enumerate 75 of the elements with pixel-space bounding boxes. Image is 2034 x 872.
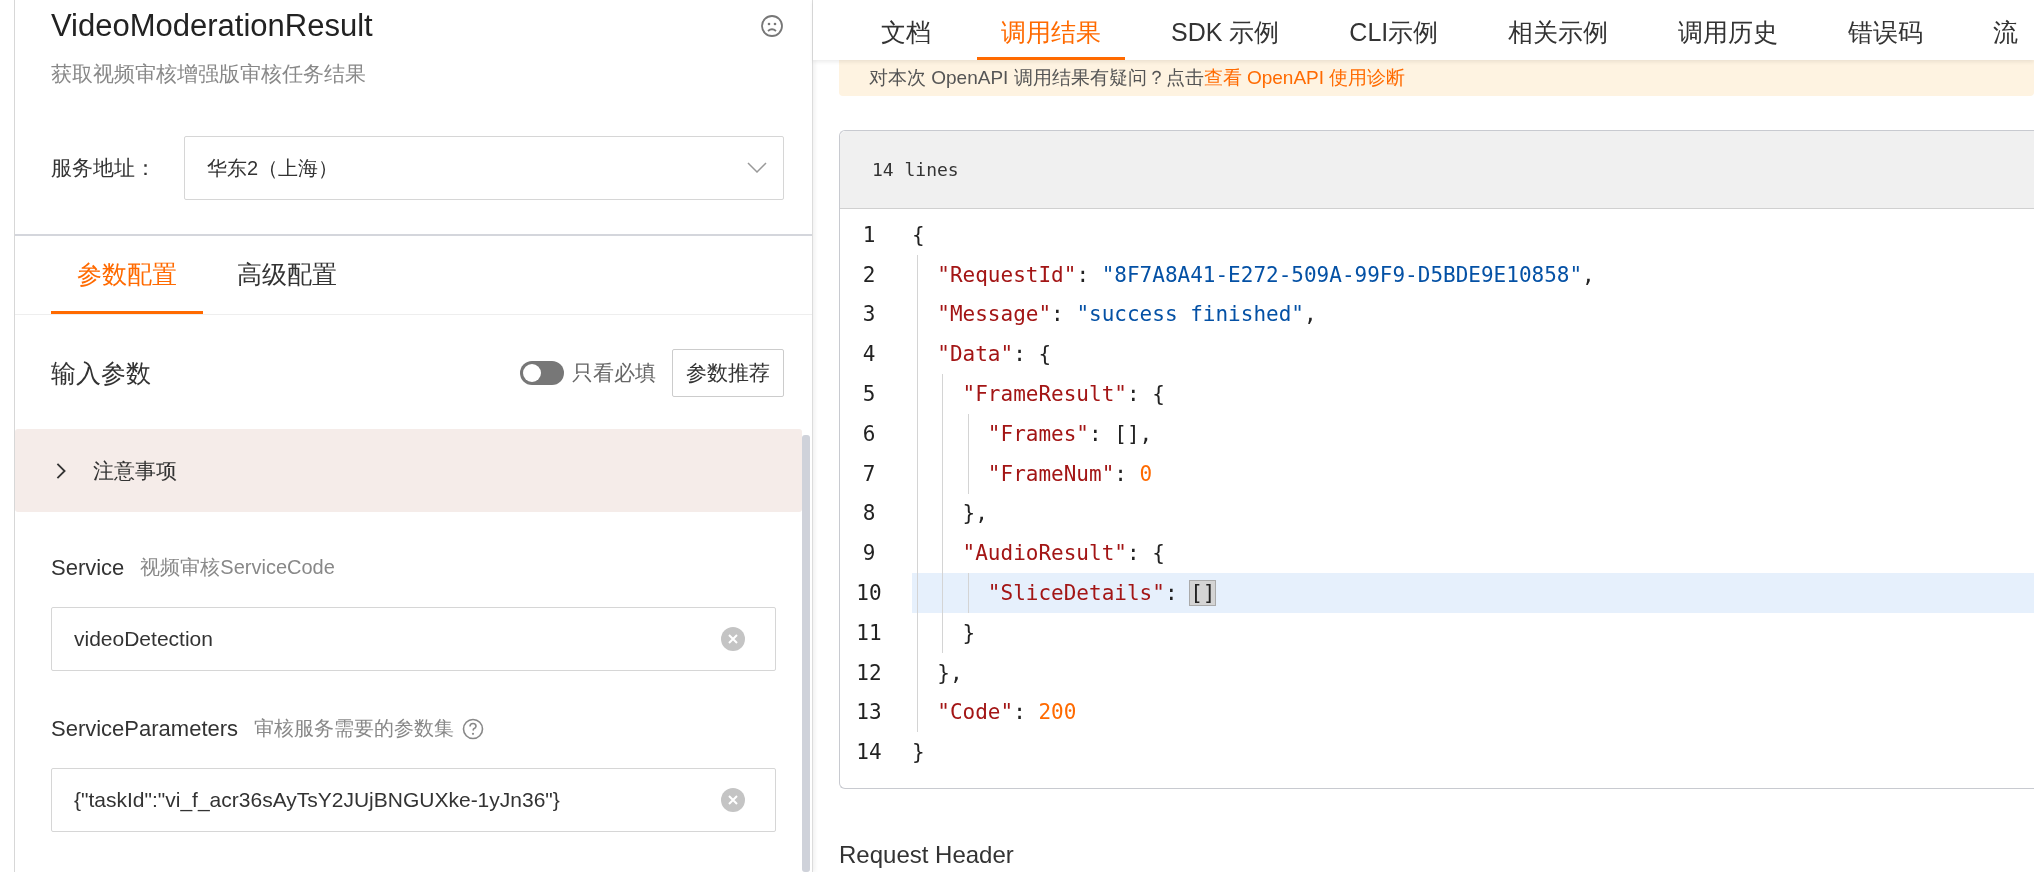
json-key: "Frames": [912, 421, 1089, 446]
result-tab[interactable]: CLI示例: [1325, 0, 1463, 60]
json-punctuation: :: [1013, 700, 1027, 725]
json-punctuation: : {: [1126, 382, 1165, 407]
line-number: 6: [861, 420, 877, 448]
line-number: 11: [855, 619, 883, 647]
notice-header[interactable]: 注意事项: [15, 429, 802, 512]
line-number: 3: [861, 301, 877, 329]
line-number: 9: [861, 540, 877, 568]
json-string: "success finished": [1076, 302, 1304, 327]
json-key: "AudioResult": [912, 541, 1127, 566]
input-field[interactable]: videoDetection: [51, 607, 776, 671]
chevron-right-icon: [55, 461, 67, 480]
parameter-description: 视频审核ServiceCode: [140, 555, 335, 580]
line-number: 8: [861, 500, 877, 528]
json-punctuation: :: [1164, 581, 1179, 606]
json-number: 200: [1038, 700, 1077, 725]
result-tab[interactable]: SDK 示例: [1147, 0, 1304, 60]
json-punctuation: :: [1051, 302, 1065, 327]
json-string: "8F7A8A41-E272-509A-99F9-D5BDE9E10858": [1101, 262, 1583, 287]
json-punctuation: ,: [1582, 262, 1595, 287]
feedback-icon[interactable]: [760, 14, 784, 38]
json-punctuation: },: [961, 501, 988, 526]
result-tab[interactable]: 相关示例: [1484, 0, 1633, 60]
json-key: "SliceDetails": [912, 581, 1165, 606]
toggle-label: 只看必填: [572, 360, 656, 386]
json-punctuation: :: [1114, 461, 1128, 486]
result-tab[interactable]: 文档: [857, 0, 955, 60]
recommend-button[interactable]: 参数推荐: [672, 349, 784, 397]
result-tab[interactable]: 流: [1969, 0, 2019, 60]
json-punctuation: :: [1076, 262, 1091, 287]
json-punctuation: : {: [1126, 541, 1165, 566]
json-punctuation: {: [912, 222, 925, 247]
line-number: 7: [861, 460, 877, 488]
input-field[interactable]: {"taskId":"vi_f_acr36sAyTsY2JUjBNGUXke-1yJn36"}: [51, 768, 776, 832]
endpoint-label: 服务地址：: [51, 155, 157, 181]
parameter-name: ServiceParameters: [51, 715, 239, 742]
line-number: 1: [861, 221, 877, 249]
api-title: VideoModerationResult: [51, 8, 373, 44]
toggle-switch[interactable]: [520, 361, 564, 385]
api-description: 获取视频审核增强版审核任务结果: [51, 61, 367, 87]
json-punctuation: : {: [1013, 342, 1052, 367]
json-key: "Code": [912, 700, 1014, 725]
line-number: 5: [861, 381, 877, 409]
json-number: 0: [1139, 461, 1153, 486]
json-punctuation: : [],: [1089, 421, 1153, 446]
json-key: "FrameNum": [912, 461, 1115, 486]
json-key: "Message": [912, 302, 1052, 327]
line-number: 13: [855, 699, 883, 727]
banner-text: 对本次 OpenAPI 调用结果有疑问？点击: [869, 67, 1204, 88]
line-number: 12: [855, 659, 883, 687]
json-key: "Data": [912, 342, 1014, 367]
json-punctuation: }: [961, 620, 976, 645]
json-punctuation: },: [936, 660, 963, 685]
line-count: 14 lines: [872, 159, 959, 180]
parameter-name: Service: [51, 554, 125, 581]
json-key: "RequestId": [912, 262, 1077, 287]
chevron-down-icon: [747, 162, 767, 174]
line-number: 10: [855, 580, 883, 608]
endpoint-select[interactable]: 华东2（上海）: [184, 136, 784, 200]
help-icon[interactable]: [462, 717, 485, 740]
section-title: 输入参数: [51, 357, 151, 389]
scrollbar[interactable]: [802, 435, 810, 872]
json-punctuation: ,: [1303, 302, 1317, 327]
section-heading: Request Header: [839, 841, 1015, 870]
json-punctuation: }: [912, 740, 925, 765]
bracket-match: []: [1190, 581, 1216, 606]
result-tab[interactable]: 错误码: [1824, 0, 1948, 60]
config-tab[interactable]: 高级配置: [211, 236, 363, 314]
parameter-description: 审核服务需要的参数集: [254, 716, 455, 741]
json-key: "FrameResult": [912, 382, 1127, 407]
line-number: 4: [861, 341, 877, 369]
result-tab[interactable]: 调用历史: [1654, 0, 1803, 60]
line-number: 14: [855, 739, 883, 767]
line-number: 2: [861, 261, 877, 289]
